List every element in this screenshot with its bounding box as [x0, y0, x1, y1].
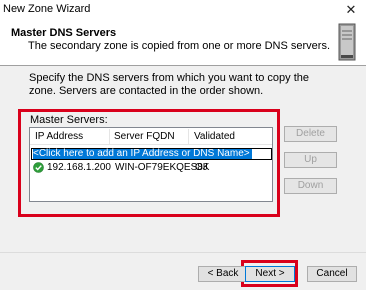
window-title: New Zone Wizard: [3, 3, 91, 15]
server-icon: [338, 23, 356, 61]
column-validated[interactable]: Validated: [194, 131, 235, 142]
master-servers-list[interactable]: IP Address Server FQDN Validated <Click …: [29, 127, 273, 202]
list-header: IP Address Server FQDN Validated: [30, 128, 272, 145]
wizard-header: Master DNS Servers The secondary zone is…: [0, 20, 366, 66]
row-ip-address: 192.168.1.200: [47, 162, 111, 173]
column-ip-address[interactable]: IP Address: [35, 131, 83, 142]
row-server-fqdn: WIN-OF79EKQES8J: [115, 162, 208, 173]
master-servers-label: Master Servers:: [30, 114, 108, 126]
title-bar: New Zone Wizard ✕: [0, 0, 366, 20]
page-subtitle: The secondary zone is copied from one or…: [28, 40, 331, 52]
column-server-fqdn[interactable]: Server FQDN: [114, 131, 175, 142]
add-server-placeholder[interactable]: <Click here to add an IP Address or DNS …: [33, 149, 252, 159]
cancel-button[interactable]: Cancel: [307, 266, 357, 282]
up-button[interactable]: Up: [284, 152, 337, 168]
back-button[interactable]: < Back: [198, 266, 248, 282]
column-divider[interactable]: [109, 129, 110, 144]
next-button[interactable]: Next >: [245, 266, 295, 282]
check-circle-icon: [33, 162, 44, 173]
footer-divider: [0, 252, 366, 253]
instructions-text: Specify the DNS servers from which you w…: [29, 72, 310, 97]
delete-button[interactable]: Delete: [284, 126, 337, 142]
row-validated: OK: [195, 162, 210, 173]
page-title: Master DNS Servers: [11, 27, 117, 39]
add-server-row[interactable]: <Click here to add an IP Address or DNS …: [31, 148, 272, 160]
close-button[interactable]: ✕: [336, 0, 366, 20]
column-divider[interactable]: [188, 129, 189, 144]
down-button[interactable]: Down: [284, 178, 337, 194]
table-row[interactable]: 192.168.1.200 WIN-OF79EKQES8J OK: [32, 162, 272, 175]
